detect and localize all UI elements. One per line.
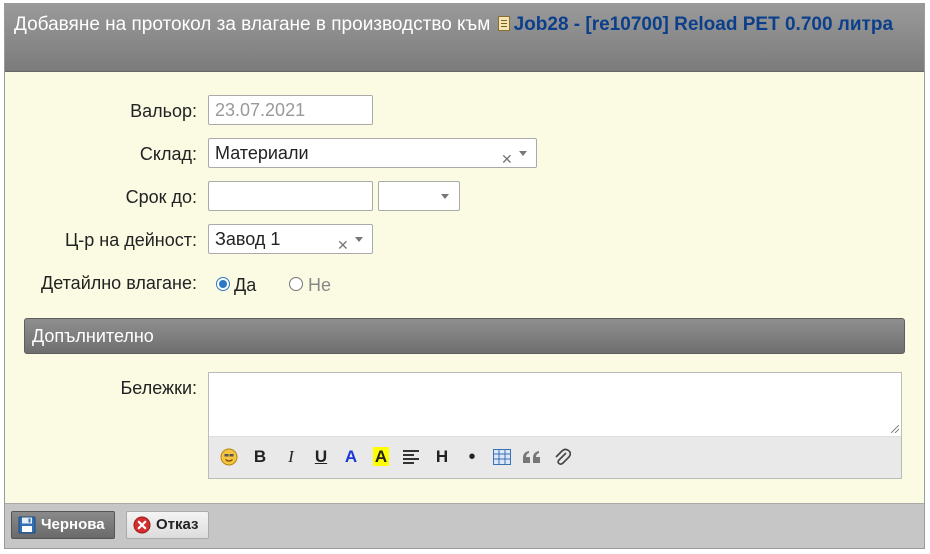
font-color-button[interactable]: A [339,446,363,468]
dialog-title: Добавяне на протокол за влагане в произв… [5,4,924,72]
quote-icon[interactable] [520,446,544,468]
srok-date-input[interactable] [208,181,373,211]
save-icon [18,516,36,534]
sklad-label: Склад: [139,144,197,164]
bg-color-button[interactable]: A [369,446,393,468]
srok-label: Срок до: [125,187,197,207]
cancel-button[interactable]: Отказ [126,511,209,539]
radio-no-label[interactable]: Не [308,275,331,296]
center-label: Ц-р на дейност: [64,230,197,250]
sklad-value: Материали [215,143,309,163]
job-link[interactable]: Job28 - [re10700] Reload PET 0.700 литра [514,14,893,35]
cancel-label: Отказ [156,516,199,533]
dialog-window: Добавяне на протокол за влагане в произв… [4,3,925,549]
radio-yes[interactable] [216,277,230,291]
clear-icon[interactable]: ✕ [501,145,513,173]
center-select[interactable]: Завод 1 ✕ [208,224,373,254]
document-icon [497,16,510,31]
table-icon[interactable] [490,446,514,468]
bold-button[interactable]: B [248,446,272,468]
title-prefix: Добавяне на протокол за влагане в произв… [14,14,491,35]
valor-input[interactable]: 23.07.2021 [208,95,373,125]
detailed-label: Детайлно влагане: [41,273,197,293]
resize-grip-icon[interactable] [891,425,899,433]
radio-yes-label[interactable]: Да [234,275,256,296]
bullet-button[interactable]: • [460,446,484,468]
sklad-select[interactable]: Материали ✕ [208,138,537,168]
valor-label: Вальор: [130,101,197,121]
notes-label: Бележки: [120,378,197,398]
attach-icon[interactable] [550,446,574,468]
dialog-footer: Чернова Отказ [5,503,924,548]
italic-button[interactable]: I [279,446,303,468]
chevron-down-icon[interactable] [519,151,527,156]
draft-button[interactable]: Чернова [11,511,115,539]
draft-label: Чернова [41,516,105,533]
center-value: Завод 1 [215,229,281,249]
smiley-icon[interactable] [217,446,241,468]
underline-button[interactable]: U [309,446,333,468]
radio-no[interactable] [289,277,303,291]
chevron-down-icon[interactable] [355,237,363,242]
notes-editor: B I U A A H • [208,372,902,479]
chevron-down-icon[interactable] [441,194,449,199]
section-header[interactable]: Допълнително [24,318,905,354]
align-icon[interactable] [399,446,423,468]
bg-color-label: A [372,447,390,466]
close-icon [133,516,151,534]
editor-toolbar: B I U A A H • [209,436,901,478]
clear-icon[interactable]: ✕ [337,231,349,259]
heading-button[interactable]: H [430,446,454,468]
notes-textarea[interactable] [209,373,901,437]
srok-time-select[interactable] [378,181,460,211]
